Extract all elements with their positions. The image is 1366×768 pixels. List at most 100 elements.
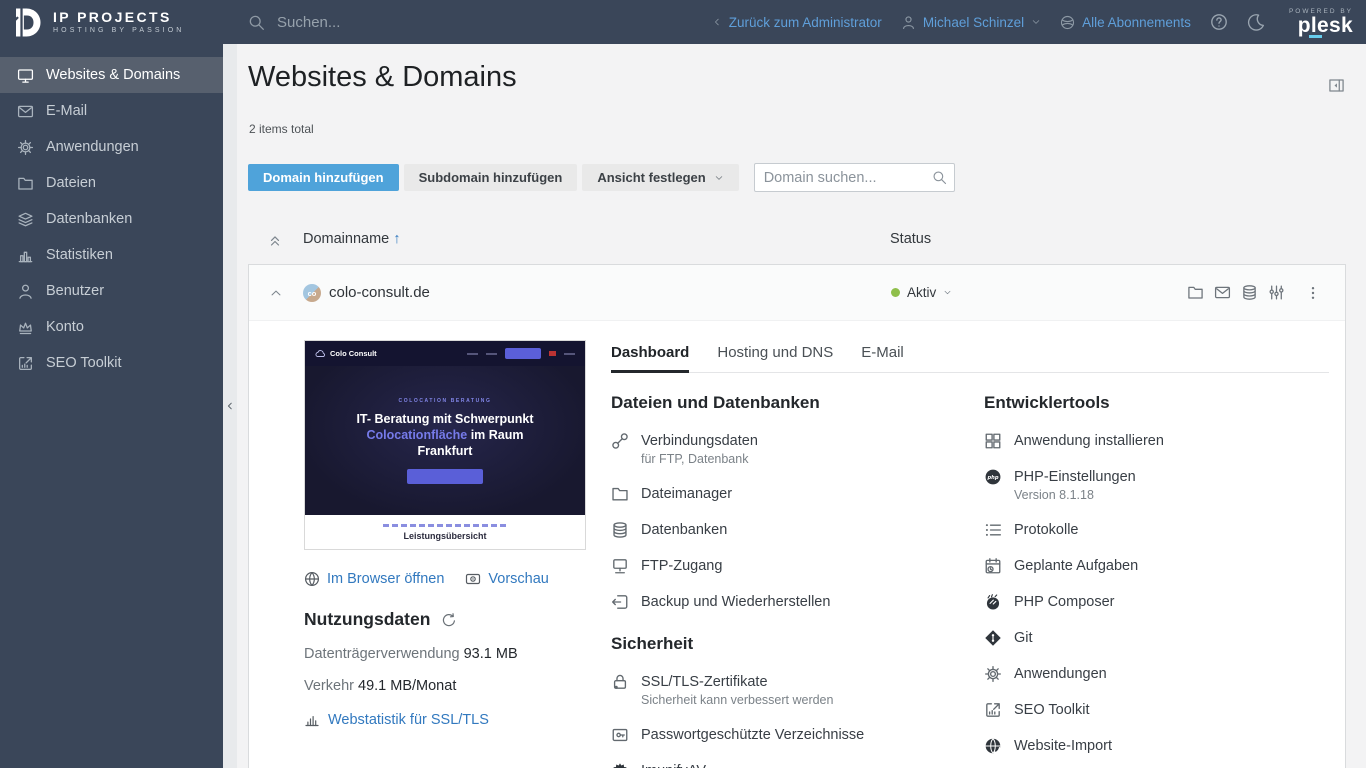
sidebar-item-label: Dateien (46, 175, 96, 191)
layers-icon (17, 211, 34, 228)
database-icon (611, 521, 629, 539)
column-header-status: Status (890, 231, 931, 247)
preview-links: Im Browser öffnen Vorschau (304, 571, 586, 587)
tool-protected-directories[interactable]: Passwortgeschützte Verzeichnisse (611, 717, 961, 753)
tool-applications[interactable]: Anwendungen (984, 656, 1329, 692)
sidebar-collapse-handle[interactable] (223, 44, 237, 768)
set-view-button[interactable]: Ansicht festlegen (582, 164, 738, 191)
tool-ftp-access[interactable]: FTP-Zugang (611, 548, 961, 584)
tool-git[interactable]: Git (984, 620, 1329, 656)
sidebar-item-account[interactable]: Konto (0, 309, 223, 345)
chevron-down-icon (943, 288, 952, 297)
tool-install-application[interactable]: Anwendung installieren (984, 423, 1329, 459)
user-menu[interactable]: Michael Schinzel (901, 15, 1041, 30)
sidebar-item-users[interactable]: Benutzer (0, 273, 223, 309)
tool-php-composer[interactable]: PHP Composer (984, 584, 1329, 620)
files-icon[interactable] (1187, 284, 1204, 301)
refresh-icon[interactable] (441, 612, 457, 628)
disk-usage: Datenträgerverwendung 93.1 MB (304, 646, 586, 662)
tool-logs[interactable]: Protokolle (984, 512, 1329, 548)
log-list-icon (984, 521, 1002, 539)
tab-dashboard[interactable]: Dashboard (611, 344, 689, 373)
ip-projects-logo[interactable]: IP PROJECTS HOSTING BY PASSION (0, 0, 223, 44)
brand-subtitle: HOSTING BY PASSION (53, 27, 184, 34)
database-icon[interactable] (1241, 284, 1258, 301)
sidebar-item-label: E-Mail (46, 103, 87, 119)
tab-hosting-dns[interactable]: Hosting und DNS (717, 344, 833, 373)
add-domain-button[interactable]: Domain hinzufügen (248, 164, 399, 191)
webstatistics-link[interactable]: Webstatistik für SSL/TLS (304, 712, 586, 728)
tool-databases[interactable]: Datenbanken (611, 512, 961, 548)
mail-icon[interactable] (1214, 284, 1231, 301)
preview-footer-heading: Leistungsübersicht (403, 531, 486, 541)
website-preview-thumbnail[interactable]: Colo Consult COLOCATION BERATUNG IT- Ber… (304, 340, 586, 550)
column-devtools: Entwicklertools Anwendung installieren P… (984, 381, 1329, 764)
toolbar: Domain hinzufügen Subdomain hinzufügen A… (248, 163, 1346, 192)
open-in-browser-link[interactable]: Im Browser öffnen (304, 571, 444, 587)
preview-footer-tagline (383, 524, 507, 527)
sidebar-item-label: Anwendungen (46, 139, 139, 155)
topbar: IP PROJECTS HOSTING BY PASSION Zurück zu… (0, 0, 1366, 44)
sidebar-item-websites-domains[interactable]: Websites & Domains (0, 57, 223, 93)
tool-file-manager[interactable]: Dateimanager (611, 476, 961, 512)
sidebar-item-label: Konto (46, 319, 84, 335)
help-button[interactable] (1210, 13, 1228, 31)
domain-search-input[interactable] (754, 163, 955, 192)
preview-nav: Colo Consult (305, 341, 585, 366)
back-to-administrator-link[interactable]: Zurück zum Administrator (712, 15, 882, 30)
all-subscriptions-link[interactable]: Alle Abonnements (1060, 15, 1191, 30)
status-dot (891, 288, 900, 297)
tool-scheduled-tasks[interactable]: Geplante Aufgaben (984, 548, 1329, 584)
seo-icon (984, 701, 1002, 719)
sidebar: Websites & Domains E-Mail Anwendungen Da… (0, 44, 223, 768)
settings-sliders-icon[interactable] (1268, 284, 1285, 301)
table-header: Domainname↑ Status (248, 222, 1346, 262)
sidebar-item-databases[interactable]: Datenbanken (0, 201, 223, 237)
column-header-domainname[interactable]: Domainname↑ (303, 231, 401, 247)
preview-link[interactable]: Vorschau (465, 571, 548, 587)
preview-hero: COLOCATION BERATUNG IT- Beratung mit Sch… (305, 366, 585, 515)
domain-name-link[interactable]: colo-consult.de (329, 284, 430, 301)
global-search-input[interactable] (275, 13, 505, 32)
tool-backup-restore[interactable]: Backup und Wiederherstellen (611, 584, 961, 620)
collapse-row-button[interactable] (269, 286, 283, 300)
collapse-panel-button[interactable] (1328, 77, 1345, 94)
more-actions-button[interactable] (1305, 284, 1321, 302)
collapse-all-button[interactable] (267, 233, 283, 249)
chevron-up-icon (269, 286, 283, 300)
domain-status-dropdown[interactable]: Aktiv (891, 285, 952, 300)
cloud-icon (315, 348, 326, 359)
chevron-left-icon (712, 17, 722, 27)
search-icon[interactable] (932, 170, 947, 185)
sidebar-item-files[interactable]: Dateien (0, 165, 223, 201)
sidebar-item-email[interactable]: E-Mail (0, 93, 223, 129)
dark-mode-toggle[interactable] (1247, 13, 1265, 31)
backup-icon (611, 593, 629, 611)
chevron-left-icon (225, 401, 235, 411)
sidebar-item-seo-toolkit[interactable]: SEO Toolkit (0, 345, 223, 381)
traffic-usage-value: 49.1 MB/Monat (358, 678, 456, 694)
browser-globe-icon (304, 571, 320, 587)
chart-icon (304, 712, 320, 728)
chevron-down-icon (1031, 17, 1041, 27)
domain-favicon: co (303, 284, 321, 302)
sidebar-item-label: Websites & Domains (46, 67, 180, 83)
tool-seo-toolkit[interactable]: SEO Toolkit (984, 692, 1329, 728)
sidebar-item-applications[interactable]: Anwendungen (0, 129, 223, 165)
domain-card: co colo-consult.de Aktiv (248, 264, 1346, 768)
tool-imunifyav[interactable]: ImunifyAV (611, 753, 961, 768)
plesk-logo[interactable]: POWERED BY plesk (1289, 8, 1353, 36)
folder-icon (17, 175, 34, 192)
imunify-icon (611, 762, 629, 768)
sidebar-item-statistics[interactable]: Statistiken (0, 237, 223, 273)
eye-icon (465, 571, 481, 587)
domain-tabs: Dashboard Hosting und DNS E-Mail (611, 344, 1329, 373)
preview-tagline: COLOCATION BERATUNG (399, 398, 492, 404)
ftp-icon (611, 557, 629, 575)
add-subdomain-button[interactable]: Subdomain hinzufügen (404, 164, 578, 191)
composer-icon (984, 593, 1002, 611)
tab-email[interactable]: E-Mail (861, 344, 904, 373)
global-search (248, 13, 505, 32)
tool-website-import[interactable]: Website-Import (984, 728, 1329, 764)
user-icon (17, 283, 34, 300)
